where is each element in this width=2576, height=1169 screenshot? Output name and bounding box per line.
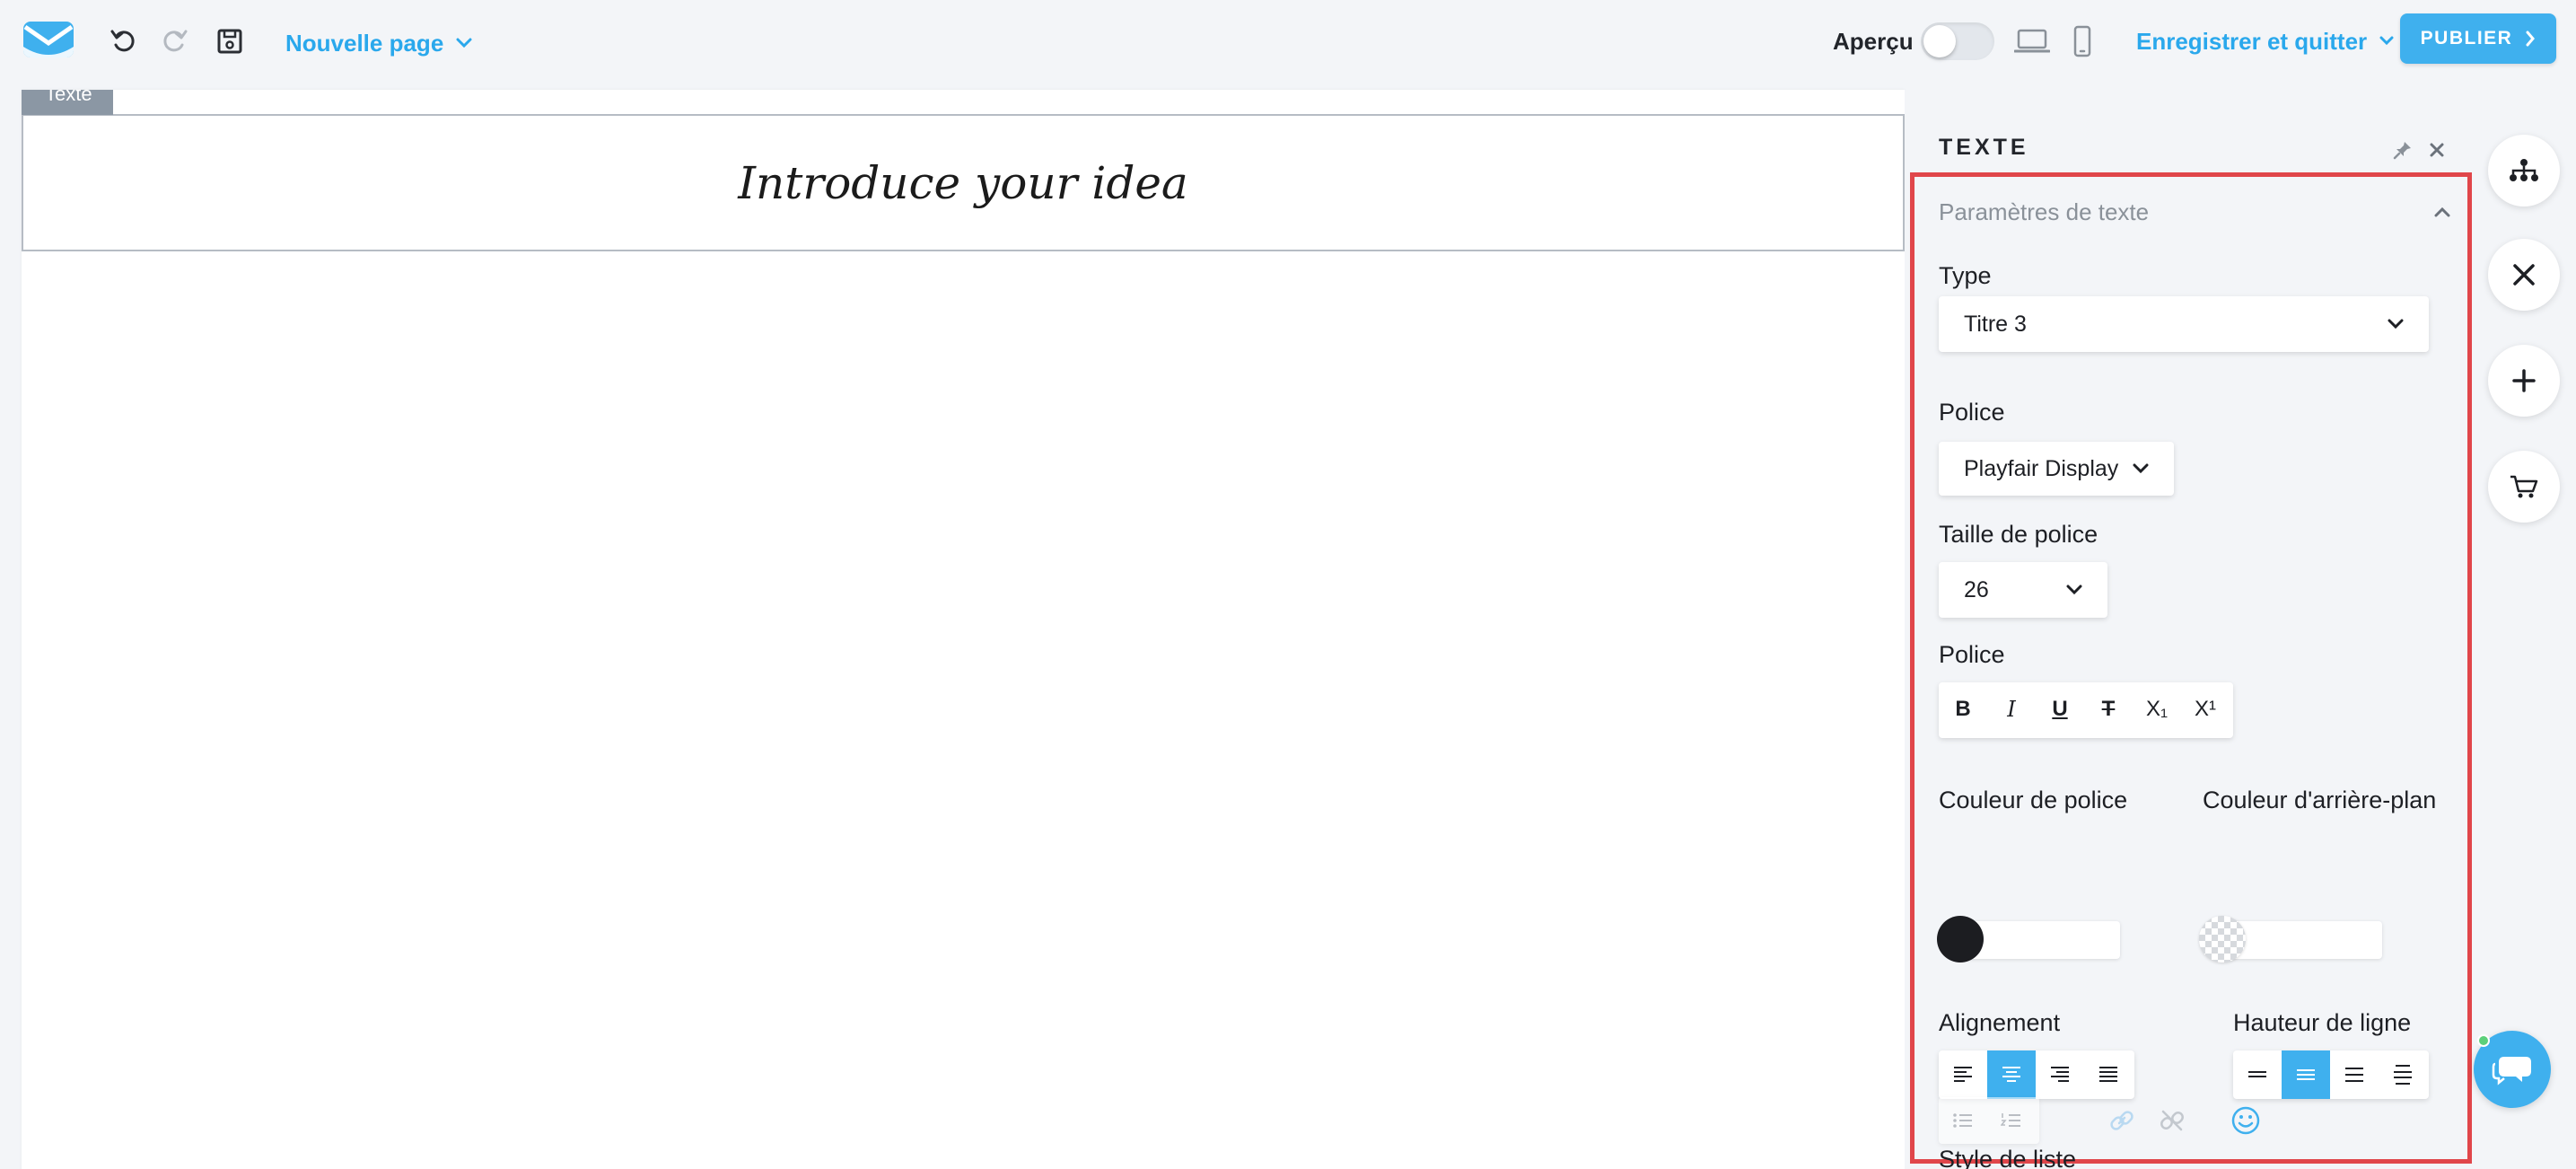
font-size-label: Taille de police <box>1939 521 2098 548</box>
line-height-relaxed-button[interactable] <box>2330 1050 2379 1099</box>
preview-label: Aperçu <box>1833 28 1914 55</box>
line-height-normal-button[interactable] <box>2282 1050 2330 1099</box>
align-left-icon <box>1954 1067 1972 1082</box>
text-settings-section-header[interactable]: Paramètres de texte <box>1939 192 2450 232</box>
line-height-toolbar <box>2233 1050 2429 1099</box>
chevron-down-icon <box>2379 36 2394 46</box>
list-style-toolbar <box>1939 1097 2039 1144</box>
type-value: Titre 3 <box>1964 311 2027 337</box>
align-center-button[interactable] <box>1987 1050 2036 1099</box>
publish-label: PUBLIER <box>2420 28 2513 48</box>
structure-tree-button[interactable] <box>2488 135 2560 207</box>
chevron-down-icon <box>2133 463 2149 474</box>
line-height-loose-icon <box>2394 1065 2412 1085</box>
chevron-down-icon <box>456 38 472 48</box>
align-justify-button[interactable] <box>2084 1050 2133 1099</box>
chevron-up-icon <box>2434 207 2450 217</box>
toggle-knob <box>1923 25 1956 57</box>
undo-icon[interactable] <box>106 23 142 59</box>
background-color-label: Couleur d'arrière-plan <box>2203 787 2437 813</box>
superscript-button[interactable]: X¹ <box>2181 682 2230 736</box>
font-color-label: Couleur de police <box>1939 787 2128 813</box>
bullet-list-button[interactable] <box>1939 1097 1987 1144</box>
page-canvas[interactable]: Introduce your idea Texte <box>22 90 1905 1169</box>
bullet-list-icon <box>1953 1113 1972 1128</box>
align-left-button[interactable] <box>1939 1050 1987 1099</box>
chat-bubbles-icon <box>2492 1057 2531 1086</box>
align-center-icon <box>2002 1067 2020 1082</box>
close-icon <box>2513 264 2535 286</box>
redo-icon[interactable] <box>156 23 192 59</box>
desktop-view-icon[interactable] <box>2014 23 2050 59</box>
font-color-swatch[interactable] <box>1937 916 1984 962</box>
alignment-label: Alignement <box>1939 1009 2061 1036</box>
font-family-value: Playfair Display <box>1964 455 2119 481</box>
subscript-button[interactable]: X₁ <box>2133 682 2181 736</box>
heading-text[interactable]: Introduce your idea <box>738 157 1188 209</box>
close-panel-icon[interactable] <box>2423 136 2450 163</box>
plus-icon <box>2512 369 2536 392</box>
underline-button[interactable]: U <box>2036 682 2084 736</box>
line-height-compact-icon <box>2248 1071 2266 1077</box>
emoji-icon[interactable] <box>2228 1103 2264 1138</box>
mobile-view-icon[interactable] <box>2064 23 2100 59</box>
text-element-selected[interactable]: Introduce your idea <box>22 114 1905 251</box>
type-select[interactable]: Titre 3 <box>1939 296 2429 352</box>
chat-support-button[interactable] <box>2474 1031 2551 1108</box>
type-label: Type <box>1939 262 1992 289</box>
align-justify-icon <box>2099 1067 2117 1082</box>
add-element-button[interactable] <box>2488 345 2560 417</box>
numbered-list-icon <box>2001 1113 2020 1127</box>
font-size-select[interactable]: 26 <box>1939 562 2107 618</box>
cart-icon <box>2510 475 2538 498</box>
chevron-right-icon <box>2526 31 2536 47</box>
font-family-select[interactable]: Playfair Display <box>1939 442 2174 496</box>
chevron-down-icon <box>2388 319 2404 330</box>
background-color-picker[interactable] <box>2199 916 2382 962</box>
element-type-tag: Texte <box>22 90 113 115</box>
settings-panel: TEXTE Paramètres de texte Type Titre 3 P… <box>1905 90 2472 1169</box>
chevron-down-icon <box>2066 584 2082 595</box>
background-color-swatch[interactable] <box>2199 916 2246 962</box>
font-label: Police <box>1939 399 2005 426</box>
font-size-value: 26 <box>1964 576 1989 602</box>
strikethrough-button[interactable]: T <box>2084 682 2133 736</box>
getresponse-logo-icon[interactable] <box>23 22 74 57</box>
line-height-relaxed-icon <box>2345 1068 2363 1082</box>
section-title: Paramètres de texte <box>1939 198 2150 225</box>
line-height-compact-button[interactable] <box>2233 1050 2282 1099</box>
list-style-label: Style de liste <box>1939 1146 2077 1169</box>
font-style-toolbar: B I U T X₁ X¹ <box>1939 682 2233 738</box>
save-icon[interactable] <box>212 23 248 59</box>
close-rail-button[interactable] <box>2488 239 2560 311</box>
page-selector[interactable]: Nouvelle page <box>285 25 472 61</box>
unlink-icon[interactable] <box>2154 1103 2190 1138</box>
alignment-toolbar <box>1939 1050 2134 1099</box>
align-right-button[interactable] <box>2036 1050 2084 1099</box>
align-right-icon <box>2051 1067 2069 1082</box>
line-height-label: Hauteur de ligne <box>2233 1009 2412 1036</box>
online-status-dot <box>2477 1034 2490 1047</box>
link-icon[interactable] <box>2104 1103 2140 1138</box>
font-style-label: Police <box>1939 641 2005 668</box>
bold-button[interactable]: B <box>1939 682 1987 736</box>
panel-title: TEXTE <box>1939 135 2029 160</box>
line-height-normal-icon <box>2297 1069 2315 1080</box>
pin-icon[interactable] <box>2389 136 2416 163</box>
italic-button[interactable]: I <box>1987 682 2036 736</box>
save-and-quit-label: Enregistrer et quitter <box>2136 27 2368 55</box>
font-color-picker[interactable] <box>1937 916 2120 962</box>
preview-toggle[interactable] <box>1921 22 1994 60</box>
page-name: Nouvelle page <box>285 29 444 57</box>
numbered-list-button[interactable] <box>1987 1097 2036 1144</box>
sitemap-icon <box>2510 159 2538 181</box>
line-height-loose-button[interactable] <box>2379 1050 2427 1099</box>
publish-button[interactable]: PUBLIER <box>2400 13 2556 64</box>
top-toolbar: Nouvelle page Aperçu Enregistrer et quit… <box>0 0 2576 83</box>
save-and-quit-menu[interactable]: Enregistrer et quitter <box>2136 25 2394 57</box>
shop-button[interactable] <box>2488 451 2560 523</box>
